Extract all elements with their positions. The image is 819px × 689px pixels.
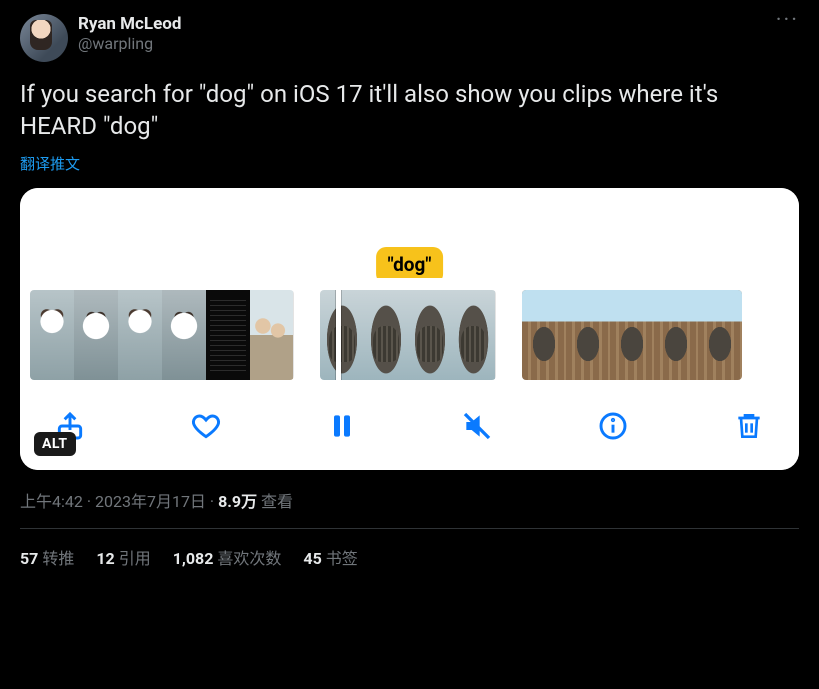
heart-icon <box>190 410 222 442</box>
quotes-count: 12 <box>96 549 114 568</box>
avatar[interactable] <box>20 14 68 62</box>
clip-strip[interactable] <box>20 278 799 380</box>
clip-thumb[interactable] <box>452 290 496 380</box>
stat-likes[interactable]: 1,082喜欢次数 <box>173 545 282 569</box>
likes-count: 1,082 <box>173 549 214 568</box>
views-label: 查看 <box>261 492 293 511</box>
clip-thumb[interactable] <box>74 290 118 380</box>
clip-group[interactable] <box>522 290 742 380</box>
clip-group[interactable] <box>30 290 294 380</box>
bookmarks-count: 45 <box>303 549 321 568</box>
delete-button[interactable] <box>729 406 769 446</box>
media-card[interactable]: "dog" <box>20 188 799 470</box>
tweet-header: Ryan McLeod @warpling ··· <box>20 14 799 62</box>
retweets-label: 转推 <box>42 549 74 568</box>
clip-thumb[interactable] <box>364 290 408 380</box>
tweet: Ryan McLeod @warpling ··· If you search … <box>0 0 819 583</box>
media-header-area: "dog" <box>20 188 799 278</box>
stat-retweets[interactable]: 57转推 <box>20 545 74 569</box>
tweet-stats: 57转推 12 引用 1,082喜欢次数 45 书签 <box>20 529 799 583</box>
retweets-count: 57 <box>20 549 38 568</box>
more-button[interactable]: ··· <box>776 14 799 26</box>
stat-quotes[interactable]: 12 引用 <box>96 545 150 569</box>
author-names[interactable]: Ryan McLeod @warpling <box>78 14 766 53</box>
clip-thumb[interactable] <box>654 290 698 380</box>
clip-thumb[interactable] <box>610 290 654 380</box>
playhead[interactable] <box>336 290 341 380</box>
stat-bookmarks[interactable]: 45 书签 <box>303 545 357 569</box>
likes-label: 喜欢次数 <box>217 549 281 568</box>
display-name: Ryan McLeod <box>78 14 766 34</box>
clip-thumb[interactable] <box>250 290 294 380</box>
info-icon <box>597 410 629 442</box>
translate-link[interactable]: 翻译推文 <box>20 153 80 174</box>
mute-button[interactable] <box>457 406 497 446</box>
like-button[interactable] <box>186 406 226 446</box>
pause-icon <box>326 410 358 442</box>
pause-button[interactable] <box>322 406 362 446</box>
clip-thumb[interactable] <box>522 290 566 380</box>
media-toolbar <box>20 380 799 470</box>
trash-icon <box>733 410 765 442</box>
clip-thumb[interactable] <box>408 290 452 380</box>
user-handle: @warpling <box>78 34 766 53</box>
meta-date[interactable]: 2023年7月17日 <box>95 492 206 511</box>
mute-icon <box>461 410 493 442</box>
clip-thumb[interactable] <box>162 290 206 380</box>
meta-time[interactable]: 上午4:42 <box>20 492 83 511</box>
tweet-meta: 上午4:42 · 2023年7月17日 · 8.9万 查看 <box>20 488 799 512</box>
views-count: 8.9万 <box>218 492 257 511</box>
clip-thumb[interactable] <box>206 290 250 380</box>
quotes-label: 引用 <box>119 549 151 568</box>
clip-thumb[interactable] <box>698 290 742 380</box>
clip-thumb[interactable] <box>30 290 74 380</box>
alt-badge[interactable]: ALT <box>34 432 76 456</box>
clip-thumb[interactable] <box>320 290 364 380</box>
clip-thumb[interactable] <box>566 290 610 380</box>
tweet-text: If you search for "dog" on iOS 17 it'll … <box>20 78 799 143</box>
info-button[interactable] <box>593 406 633 446</box>
clip-thumb[interactable] <box>118 290 162 380</box>
clip-group[interactable] <box>320 290 496 380</box>
bookmarks-label: 书签 <box>326 549 358 568</box>
